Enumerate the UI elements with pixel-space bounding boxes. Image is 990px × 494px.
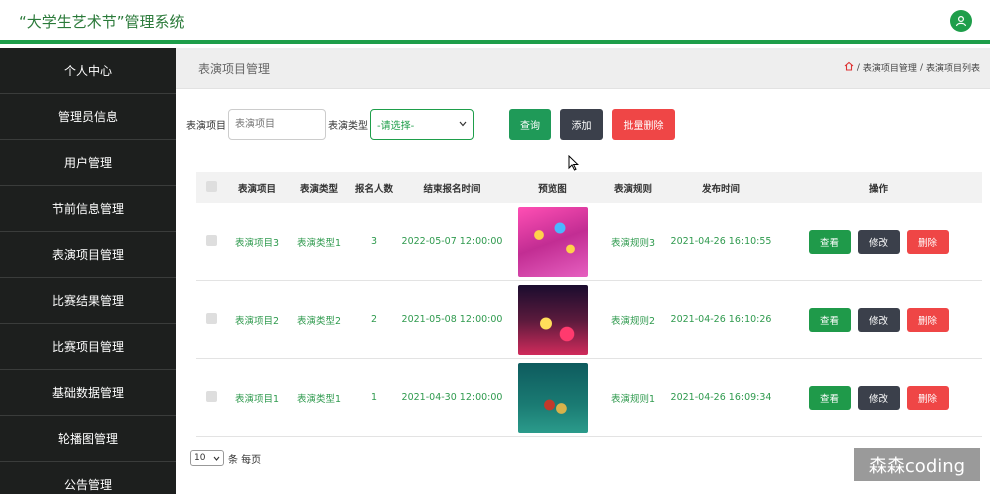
preview-image [517, 284, 588, 355]
row-checkbox[interactable] [205, 312, 217, 324]
projects-table: 表演项目 表演类型 报名人数 结束报名时间 预览图 表演规则 发布时间 操作 表… [196, 172, 982, 437]
row-checkbox[interactable] [205, 234, 217, 246]
type-select-value: -请选择- [377, 120, 415, 132]
header-project: 表演项目 [237, 183, 276, 195]
page-title: 表演项目管理 [198, 62, 271, 76]
header-actions: 操作 [868, 183, 888, 195]
sidebar-item-base-data[interactable]: 基础数据管理 [0, 370, 176, 416]
edit-button[interactable]: 修改 [857, 229, 900, 254]
watermark: 森森coding [854, 448, 980, 481]
preview-image [517, 362, 588, 433]
header-rule: 表演规则 [613, 183, 652, 195]
delete-button[interactable]: 删除 [906, 385, 949, 410]
edit-button[interactable]: 修改 [857, 307, 900, 332]
cell-project: 表演项目3 [234, 237, 280, 249]
header-end-time: 结束报名时间 [423, 183, 481, 195]
breadcrumb: / 表演项目管理 / 表演项目列表 [844, 61, 980, 74]
cell-count: 3 [370, 236, 378, 247]
cell-type: 表演类型1 [296, 237, 342, 249]
cell-end-time: 2021-05-08 12:00:00 [401, 314, 503, 325]
sidebar-item-admin-info[interactable]: 管理员信息 [0, 94, 176, 140]
header-type: 表演类型 [299, 183, 338, 195]
sidebar-item-personal-center[interactable]: 个人中心 [0, 48, 176, 94]
row-checkbox[interactable] [205, 390, 217, 402]
sidebar-item-pre-festival-info[interactable]: 节前信息管理 [0, 186, 176, 232]
delete-button[interactable]: 删除 [906, 229, 949, 254]
sidebar-item-competition-results[interactable]: 比赛结果管理 [0, 278, 176, 324]
cell-project: 表演项目2 [234, 315, 280, 327]
preview-image [517, 206, 588, 277]
query-button[interactable]: 查询 [509, 108, 551, 140]
search-bar: 表演项目 表演类型 -请选择- 查询 添加 批量删除 [186, 108, 675, 140]
cell-publish-time: 2021-04-26 16:10:55 [670, 236, 772, 247]
sidebar-item-competition-projects[interactable]: 比赛项目管理 [0, 324, 176, 370]
chevron-down-icon [213, 456, 220, 461]
mouse-cursor-icon [568, 154, 580, 175]
select-all-checkbox[interactable] [205, 180, 217, 192]
view-button[interactable]: 查看 [808, 307, 851, 332]
table-row: 表演项目1 表演类型1 1 2021-04-30 12:00:00 表演规则1 … [196, 359, 982, 437]
batch-delete-button[interactable]: 批量删除 [612, 108, 675, 140]
sidebar-item-user-management[interactable]: 用户管理 [0, 140, 176, 186]
cell-type: 表演类型2 [296, 315, 342, 327]
cell-count: 2 [370, 314, 378, 325]
page-header: 表演项目管理 / 表演项目管理 / 表演项目列表 [176, 48, 990, 89]
main-content: 表演项目管理 / 表演项目管理 / 表演项目列表 表演项目 表演类型 -请选择-… [176, 48, 990, 494]
breadcrumb-separator: / [919, 62, 923, 73]
cell-publish-time: 2021-04-26 16:10:26 [670, 314, 772, 325]
chevron-down-icon [459, 121, 467, 127]
table-row: 表演项目2 表演类型2 2 2021-05-08 12:00:00 表演规则2 … [196, 281, 982, 359]
project-search-input[interactable] [228, 108, 326, 140]
page-size-select[interactable]: 10 [190, 450, 224, 466]
home-icon[interactable] [844, 61, 854, 74]
cell-rule: 表演规则2 [610, 315, 656, 327]
sidebar: 个人中心 管理员信息 用户管理 节前信息管理 表演项目管理 比赛结果管理 比赛项… [0, 48, 176, 494]
user-avatar-icon[interactable] [950, 10, 972, 32]
add-button[interactable]: 添加 [560, 108, 603, 140]
cell-end-time: 2021-04-30 12:00:00 [401, 392, 503, 403]
type-select[interactable]: -请选择- [370, 108, 474, 140]
sidebar-item-carousel[interactable]: 轮播图管理 [0, 416, 176, 462]
header-preview: 预览图 [538, 183, 567, 195]
breadcrumb-item: 表演项目列表 [925, 64, 980, 74]
table-header: 表演项目 表演类型 报名人数 结束报名时间 预览图 表演规则 发布时间 操作 [196, 172, 982, 203]
view-button[interactable]: 查看 [808, 385, 851, 410]
view-button[interactable]: 查看 [808, 229, 851, 254]
cell-rule: 表演规则3 [610, 237, 656, 249]
breadcrumb-separator: / [856, 62, 860, 73]
page-size-suffix: 条 每页 [228, 454, 262, 466]
sidebar-item-performance-projects[interactable]: 表演项目管理 [0, 232, 176, 278]
cell-publish-time: 2021-04-26 16:09:34 [670, 392, 772, 403]
project-label: 表演项目 [186, 120, 226, 132]
header-publish-time: 发布时间 [701, 183, 740, 195]
edit-button[interactable]: 修改 [857, 385, 900, 410]
cell-count: 1 [370, 392, 378, 403]
page-size-value: 10 [194, 453, 206, 463]
header-count: 报名人数 [354, 183, 393, 195]
table-row: 表演项目3 表演类型1 3 2022-05-07 12:00:00 表演规则3 … [196, 203, 982, 281]
delete-button[interactable]: 删除 [906, 307, 949, 332]
top-bar: “大学生艺术节”管理系统 [0, 0, 990, 44]
pagination: 10 条 每页 [190, 450, 261, 466]
cell-type: 表演类型1 [296, 393, 342, 405]
cell-rule: 表演规则1 [610, 393, 656, 405]
cell-project: 表演项目1 [234, 393, 280, 405]
sidebar-item-announcements[interactable]: 公告管理 [0, 462, 176, 494]
breadcrumb-item[interactable]: 表演项目管理 [863, 61, 917, 74]
cell-end-time: 2022-05-07 12:00:00 [401, 236, 503, 247]
type-label: 表演类型 [328, 120, 368, 132]
app-title: “大学生艺术节”管理系统 [19, 13, 185, 31]
